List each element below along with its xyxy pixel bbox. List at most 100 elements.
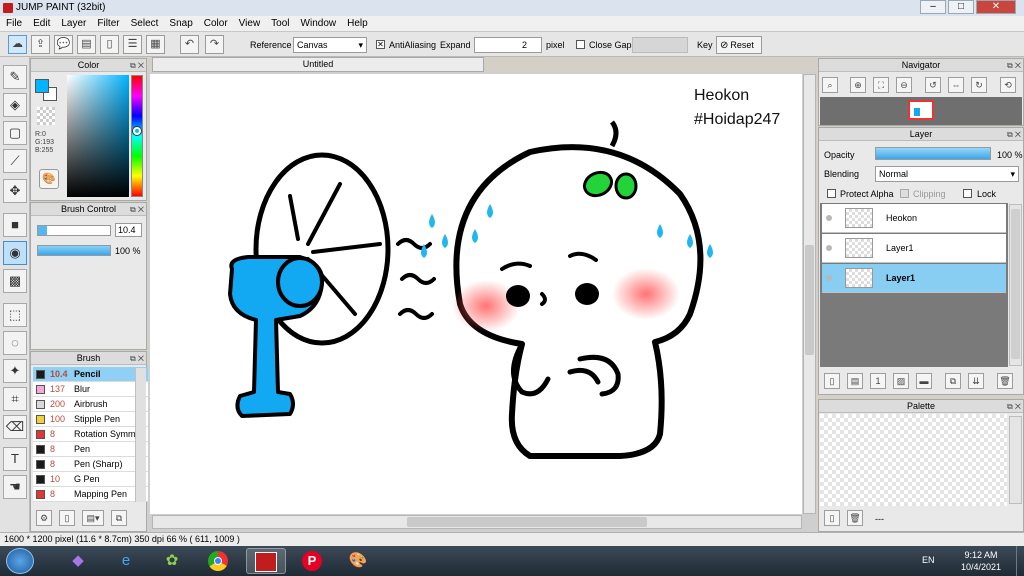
visibility-icon[interactable] — [826, 215, 832, 221]
panel-controls-icon[interactable]: ⧉ ✕ — [130, 60, 144, 72]
delete-layer-icon[interactable]: 🗑 — [997, 373, 1013, 389]
brush-opacity-slider[interactable] — [37, 245, 111, 256]
menu-color[interactable]: Color — [198, 16, 233, 29]
export-icon[interactable]: ⇪ — [31, 35, 50, 54]
zoom-fit-icon[interactable]: ⌕ — [822, 77, 838, 93]
gradient-tool-icon[interactable]: ▩ — [3, 269, 27, 293]
menu-filter[interactable]: Filter — [91, 16, 124, 29]
eraser-tool-icon[interactable]: ◈ — [3, 93, 27, 117]
visibility-icon[interactable] — [826, 275, 832, 281]
merge-layer-icon[interactable]: ⇊ — [968, 373, 984, 389]
palette-scrollbar[interactable] — [1009, 416, 1022, 504]
canvas-vertical-scrollbar[interactable] — [803, 74, 816, 514]
navigator-preview-area[interactable] — [820, 97, 1022, 125]
app-green-icon[interactable]: ✿ — [152, 548, 192, 574]
blending-select[interactable]: Normal ▾ — [875, 166, 1019, 182]
h-scroll-thumb[interactable] — [407, 517, 647, 527]
clipping-checkbox[interactable] — [900, 189, 909, 198]
undo-icon[interactable]: ↶ — [180, 35, 199, 54]
cloud-icon[interactable]: ☁ — [8, 35, 27, 54]
new-layer-icon[interactable]: ▯ — [824, 373, 840, 389]
palette-swatch-area[interactable] — [820, 414, 1007, 506]
maximize-button[interactable]: □ — [948, 0, 974, 14]
lasso-tool-icon[interactable]: ◌ — [3, 331, 27, 355]
panel-controls-icon[interactable]: ⧉ ✕ — [1007, 60, 1021, 72]
menu-select[interactable]: Select — [125, 16, 164, 29]
hand-tool-icon[interactable]: ☚ — [3, 475, 27, 499]
lock-checkbox[interactable] — [963, 189, 972, 198]
antialiasing-checkbox[interactable]: ✕ — [376, 40, 385, 49]
rotate-right-icon[interactable]: ↻ — [971, 77, 987, 93]
line-tool-icon[interactable]: ⟋ — [3, 149, 27, 173]
copy-layer-icon[interactable]: ⧉ — [945, 373, 961, 389]
reference-select[interactable]: Canvas ▾ — [293, 37, 367, 53]
jump-paint-task-icon[interactable] — [246, 548, 286, 574]
panel-controls-icon[interactable]: ⧉ ✕ — [1007, 129, 1021, 141]
close-gaps-checkbox[interactable] — [576, 40, 585, 49]
start-button-icon[interactable] — [6, 548, 34, 574]
layer-opacity-slider[interactable] — [875, 147, 991, 160]
brush-menu-icon[interactable]: ▤▾ — [82, 510, 104, 526]
brush-list-item[interactable]: 8 Pen — [33, 442, 148, 457]
bucket-fill-tool-icon[interactable]: ◉ — [3, 241, 27, 265]
color-saturation-field[interactable] — [67, 75, 129, 197]
palette-picker-icon[interactable]: 🎨 — [39, 169, 59, 189]
panel-controls-icon[interactable]: ⧉ ✕ — [130, 353, 144, 365]
protect-alpha-checkbox[interactable] — [827, 189, 836, 198]
brush-list-item[interactable]: 10 G Pen — [33, 472, 148, 487]
page-list-icon[interactable]: ☰ — [123, 35, 142, 54]
brush-list-item[interactable]: 10.4 Pencil — [33, 367, 148, 382]
menu-snap[interactable]: Snap — [163, 16, 197, 29]
text-tool-icon[interactable]: T — [3, 447, 27, 471]
new-raster-layer-icon[interactable]: ▤ — [847, 373, 863, 389]
visual-studio-icon[interactable]: ◆ — [58, 548, 98, 574]
magic-wand-tool-icon[interactable]: ✦ — [3, 359, 27, 383]
layer-row-selected[interactable]: Layer1 — [822, 264, 1006, 293]
new-tone-layer-icon[interactable]: ▨ — [893, 373, 909, 389]
notes-icon[interactable]: ▤ — [77, 35, 96, 54]
minimize-button[interactable]: – — [920, 0, 946, 14]
fill-rect-tool-icon[interactable]: ■ — [3, 213, 27, 237]
rect-select-tool-icon[interactable]: ⬚ — [3, 303, 27, 327]
brush-size-input[interactable]: 10.4 — [115, 223, 142, 237]
rectangle-tool-icon[interactable]: ▢ — [3, 121, 27, 145]
reset-view-icon[interactable]: ⟲ — [1000, 77, 1016, 93]
transparent-color-swatch[interactable] — [37, 107, 55, 125]
brush-list-item[interactable]: 100 Stipple Pen — [33, 412, 148, 427]
expand-input[interactable]: 2 — [474, 37, 542, 53]
new-swatch-icon[interactable]: ▯ — [824, 510, 840, 526]
close-button[interactable]: ✕ — [976, 0, 1016, 14]
redo-icon[interactable]: ↷ — [205, 35, 224, 54]
brush-size-slider[interactable] — [37, 225, 111, 236]
new-folder-icon[interactable]: ▬ — [916, 373, 932, 389]
language-indicator[interactable]: EN — [922, 555, 935, 565]
brush-list-item[interactable]: 8 Rotation Symm — [33, 427, 148, 442]
rotate-left-icon[interactable]: ↺ — [925, 77, 941, 93]
brush-copy-icon[interactable]: ⧉ — [111, 510, 127, 526]
brush-list-item[interactable]: 137 Blur — [33, 382, 148, 397]
canvas-tab[interactable]: Untitled — [152, 57, 484, 72]
internet-explorer-icon[interactable]: e — [106, 548, 146, 574]
menu-layer[interactable]: Layer — [55, 16, 91, 29]
brush-list-item[interactable]: 8 Mapping Pen — [33, 487, 148, 502]
brush-list-item[interactable]: 8 Pen (Sharp) — [33, 457, 148, 472]
close-gaps-slider[interactable] — [632, 37, 688, 53]
hue-handle[interactable] — [133, 127, 141, 135]
menu-file[interactable]: File — [0, 16, 27, 29]
select-eraser-tool-icon[interactable]: ⌫ — [3, 415, 27, 439]
show-desktop-button[interactable] — [1016, 546, 1024, 576]
menu-edit[interactable]: Edit — [27, 16, 55, 29]
visibility-icon[interactable] — [826, 245, 832, 251]
menu-help[interactable]: Help — [341, 16, 373, 29]
fit-window-icon[interactable]: ⛶ — [873, 77, 889, 93]
panel-controls-icon[interactable]: ⧉ ✕ — [130, 204, 144, 216]
zoom-in-icon[interactable]: ⊕ — [850, 77, 866, 93]
brush-settings-icon[interactable]: ⚙ — [36, 510, 52, 526]
reset-button[interactable]: ⊘ Reset — [716, 36, 762, 54]
delete-swatch-icon[interactable]: 🗑 — [847, 510, 863, 526]
document-icon[interactable]: ▯ — [100, 35, 119, 54]
layer-row[interactable]: Layer1 — [822, 234, 1006, 263]
new-1bit-layer-icon[interactable]: 1 — [870, 373, 886, 389]
foreground-color-swatch[interactable] — [35, 79, 49, 93]
brush-list-scrollbar[interactable] — [135, 368, 146, 502]
